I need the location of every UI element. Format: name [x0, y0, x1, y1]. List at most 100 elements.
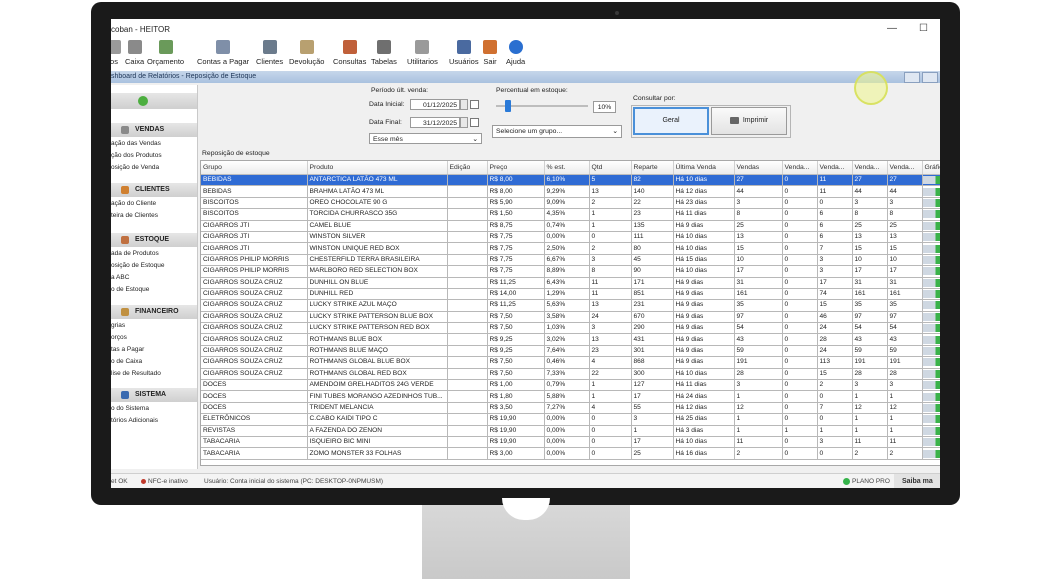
end-calendar-icon[interactable] — [470, 118, 479, 127]
table-row[interactable]: CIGARROS SOUZA CRUZ ROTHMANS GLOBAL RED B… — [201, 368, 940, 381]
column-header[interactable]: Produto — [307, 161, 448, 175]
start-date-input[interactable]: 01/12/2025 — [410, 99, 460, 110]
column-header[interactable]: Reparte — [631, 161, 674, 175]
table-row[interactable]: CIGARROS SOUZA CRUZ LUCKY STRIKE PATTERSO… — [201, 311, 940, 324]
column-header[interactable]: Venda... — [852, 161, 888, 175]
sidebar-item[interactable]: o do Sistema — [111, 405, 149, 412]
column-header[interactable]: Última Venda — [673, 161, 735, 175]
table-cell — [447, 322, 488, 335]
column-header[interactable]: Edição — [447, 161, 488, 175]
table-row[interactable]: CIGARROS SOUZA CRUZ DUNHILL RED R$ 14,00 1,… — [201, 288, 940, 301]
general-button[interactable]: Geral — [633, 107, 709, 135]
sidebar-item[interactable]: teira de Clientes — [111, 212, 158, 219]
table-row[interactable]: TABACARIA ISQUEIRO BIC MINI R$ 19,90 0,00% 0… — [201, 436, 940, 449]
table-cell: 12 — [852, 402, 888, 415]
stock-percent-slider[interactable] — [505, 100, 512, 112]
toolbar-devolução-button[interactable]: Devolução — [289, 39, 324, 71]
toolbar-usuários-button[interactable]: Usuários — [449, 39, 479, 71]
print-button[interactable]: Imprimir — [711, 107, 787, 135]
toolbar-caixa-button[interactable]: Caixa — [125, 39, 144, 71]
table-row[interactable]: CIGARROS JTI WINSTON SILVER R$ 7,75 0,00% 0 1… — [201, 231, 940, 244]
toolbar-clientes-button[interactable]: Clientes — [256, 39, 283, 71]
sidebar-section-vendas[interactable]: VENDAS — [111, 123, 197, 137]
table-row[interactable]: BEBIDAS ANTARCTICA LATÃO 473 ML R$ 8,00 6,1… — [201, 174, 940, 187]
toolbar-os-button[interactable]: os — [111, 39, 121, 71]
start-date-spinner[interactable] — [460, 99, 468, 110]
sidebar-item[interactable]: o de Caixa — [111, 358, 142, 365]
start-calendar-icon[interactable] — [470, 100, 479, 109]
table-row[interactable]: CIGARROS SOUZA CRUZ ROTHMANS BLUE BOX R$ 9… — [201, 333, 940, 346]
table-row[interactable]: ELETRÔNICOS C.CABO KAIDI TIPO C R$ 19,90 0,… — [201, 413, 940, 426]
table-row[interactable]: CIGARROS JTI WINSTON UNIQUE RED BOX R$ 7,7… — [201, 242, 940, 255]
table-row[interactable]: CIGARROS PHILIP MORRIS CHESTERFILD TERRA … — [201, 254, 940, 267]
chart-cell — [922, 390, 940, 403]
sidebar-item[interactable]: tas a Pagar — [111, 346, 144, 353]
chart-cell — [922, 356, 940, 369]
table-row[interactable]: CIGARROS SOUZA CRUZ LUCKY STRIKE PATTERSO… — [201, 322, 940, 335]
table-row[interactable]: BISCOITOS TORCIDA CHURRASCO 35G R$ 1,50 4,3… — [201, 208, 940, 221]
month-select[interactable]: Esse mês ⌄ — [369, 133, 482, 144]
sidebar-item[interactable]: orços — [111, 334, 127, 341]
column-header[interactable]: Preço — [487, 161, 545, 175]
sidebar-item[interactable]: grias — [111, 322, 125, 329]
table-row[interactable]: CIGARROS SOUZA CRUZ LUCKY STRIKE AZUL MAÇ… — [201, 299, 940, 312]
table-cell: 80 — [631, 242, 674, 255]
table-row[interactable]: CIGARROS SOUZA CRUZ DUNHILL ON BLUE R$ 11,… — [201, 277, 940, 289]
table-row[interactable]: CIGARROS SOUZA CRUZ ROTHMANS BLUE MAÇO R$ … — [201, 345, 940, 358]
table-cell: FINI TUBES MORANGO AZEDINHOS TUB... — [307, 390, 448, 403]
end-date-input[interactable]: 31/12/2025 — [410, 117, 460, 128]
stock-percent-value[interactable]: 10% — [593, 101, 616, 113]
sidebar-back-button[interactable] — [111, 93, 197, 109]
table-row[interactable]: BEBIDAS BRAHMA LATÃO 473 ML R$ 8,00 9,29% 13… — [201, 185, 940, 198]
table-row[interactable]: TABACARIA ZOMO MONSTER 33 FOLHAS R$ 3,00 0,… — [201, 447, 940, 460]
column-header[interactable]: Venda... — [782, 161, 818, 175]
column-header[interactable]: Venda... — [887, 161, 923, 175]
table-row[interactable]: DOCES TRIDENT MELANCIA R$ 3,50 7,27% 4 55 Há 1… — [201, 402, 940, 415]
sidebar-item[interactable]: ação do Cliente — [111, 200, 156, 207]
column-header[interactable]: Grupo — [201, 161, 308, 175]
table-row[interactable]: CIGARROS PHILIP MORRIS MARLBORO RED SELEC… — [201, 265, 940, 278]
sidebar-section-estoque[interactable]: ESTOQUE — [111, 233, 197, 247]
learn-more-button[interactable]: Saiba ma — [894, 474, 940, 488]
maximize-button[interactable]: ☐ — [919, 23, 928, 34]
panel-restore-button[interactable] — [904, 72, 920, 83]
toolbar-orçamento-button[interactable]: Orçamento — [147, 39, 184, 71]
table-row[interactable]: DOCES AMENDOIM GRELHADITOS 24G VERDE R$ 1,… — [201, 379, 940, 392]
table-row[interactable]: REVISTAS A FAZENDA DO ZENON R$ 19,90 0,00% 0… — [201, 425, 940, 438]
group-select[interactable]: Selecione um grupo... ⌄ — [492, 125, 622, 138]
sidebar-item[interactable]: lise de Resultado — [111, 370, 161, 377]
chart-cell — [922, 254, 940, 267]
toolbar-sair-button[interactable]: Sair — [483, 39, 497, 71]
sidebar-item[interactable]: a ABC — [111, 274, 129, 281]
sidebar-item[interactable]: ada de Produtos — [111, 250, 159, 257]
column-header[interactable]: Gráfic — [922, 161, 940, 175]
panel-close-button[interactable] — [922, 72, 938, 83]
sidebar-item[interactable]: o de Estoque — [111, 286, 149, 293]
table-cell: 54 — [852, 322, 888, 335]
table-row[interactable]: BISCOITOS OREO CHOCOLATE 90 G R$ 5,90 9,09%… — [201, 197, 940, 210]
toolbar-contas-a-pagar-button[interactable]: Contas a Pagar — [197, 39, 249, 71]
table-row[interactable]: DOCES FINI TUBES MORANGO AZEDINHOS TUB...… — [201, 390, 940, 403]
table-row[interactable]: CIGARROS JTI CAMEL BLUE R$ 8,75 0,74% 1 135 Há… — [201, 220, 940, 232]
table-cell: 8 — [734, 208, 783, 221]
sidebar-item[interactable]: osição de Estoque — [111, 262, 164, 269]
table-cell: 431 — [631, 333, 674, 346]
toolbar-ajuda-button[interactable]: Ajuda — [506, 39, 525, 71]
sidebar-item[interactable]: ação das Vendas — [111, 140, 161, 147]
sidebar-section-sistema[interactable]: SISTEMA — [111, 388, 197, 402]
toolbar-utilitarios-button[interactable]: Utilitarios — [407, 39, 438, 71]
toolbar-consultas-button[interactable]: Consultas — [333, 39, 366, 71]
column-header[interactable]: % est. — [544, 161, 590, 175]
sidebar-section-clientes[interactable]: CLIENTES — [111, 183, 197, 197]
column-header[interactable]: Vendas — [734, 161, 783, 175]
sidebar-section-financeiro[interactable]: FINANCEIRO — [111, 305, 197, 319]
sidebar-item[interactable]: tórios Adicionais — [111, 417, 158, 424]
sidebar-item[interactable]: ção dos Produtos — [111, 152, 162, 159]
toolbar-tabelas-button[interactable]: Tabelas — [371, 39, 397, 71]
sidebar-item[interactable]: osição de Venda — [111, 164, 159, 171]
column-header[interactable]: Venda... — [817, 161, 853, 175]
table-row[interactable]: CIGARROS SOUZA CRUZ ROTHMANS GLOBAL BLUE … — [201, 356, 940, 369]
minimize-button[interactable]: — — [887, 23, 897, 34]
end-date-spinner[interactable] — [460, 117, 468, 128]
column-header[interactable]: Qtd — [589, 161, 632, 175]
